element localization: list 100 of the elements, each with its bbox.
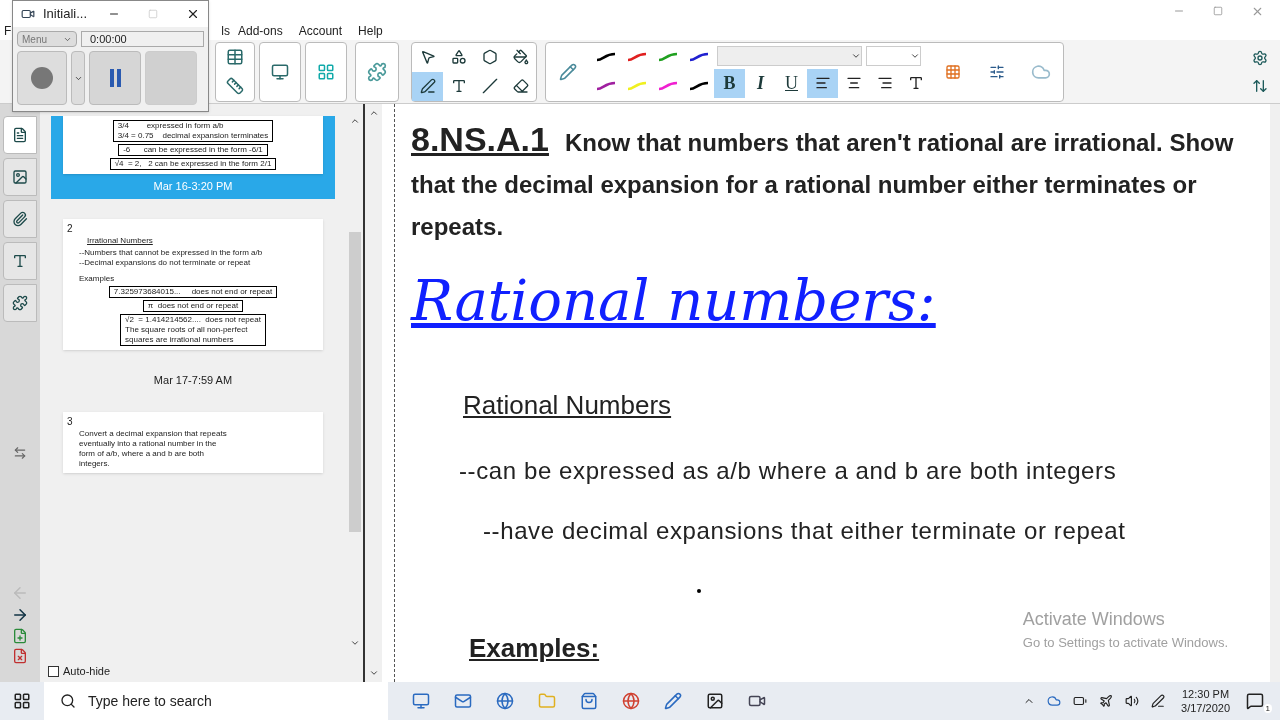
- record-icon: [31, 67, 53, 89]
- toolbar-position-icon[interactable]: [1252, 77, 1268, 94]
- table-button[interactable]: [215, 41, 255, 102]
- notifications-icon[interactable]: [1246, 692, 1264, 710]
- thumbnail-text: --Decimal expansions do not terminate or repeat: [79, 257, 252, 268]
- pen-color-swatch[interactable]: [689, 81, 708, 91]
- airplane-icon[interactable]: [1099, 694, 1114, 708]
- grid-icon: [317, 62, 335, 81]
- clock-time: 12:30 PM: [1182, 687, 1230, 701]
- auto-hide-checkbox[interactable]: [48, 665, 59, 677]
- cloud-icon[interactable]: [1047, 694, 1062, 708]
- side-tab[interactable]: [3, 116, 37, 154]
- scroll-down-icon[interactable]: [349, 638, 360, 648]
- pen-color-swatch[interactable]: [658, 81, 677, 91]
- settings-icon[interactable]: [1252, 49, 1268, 66]
- puzzle-icon: [367, 61, 387, 82]
- handwritten-title: Rational numbers:: [411, 268, 936, 334]
- page-icon: [12, 127, 28, 143]
- thumbnail-text: squares are irrational numbers: [125, 334, 235, 345]
- align-icon: [876, 75, 893, 91]
- menu-item[interactable]: Help: [358, 22, 383, 40]
- puzzle-button[interactable]: [355, 41, 399, 102]
- ruler-icon: [226, 77, 244, 95]
- examples-heading: Examples:: [469, 632, 600, 665]
- menu-item[interactable]: Add-ons: [238, 22, 283, 40]
- pointer-icon: [419, 49, 436, 65]
- notebook-icon[interactable]: [664, 692, 682, 710]
- bullet-text: --can be expressed as a/b where a and b are both integers: [459, 456, 1118, 486]
- mail-icon[interactable]: [454, 692, 472, 710]
- page-number: 2: [67, 222, 74, 234]
- activation-text: Go to Settings to activate Windows.: [1022, 633, 1228, 652]
- pen-color-swatch[interactable]: [627, 52, 646, 62]
- image-icon: [12, 169, 28, 185]
- menu-item[interactable]: ls: [221, 22, 230, 40]
- photos-icon[interactable]: [706, 692, 724, 710]
- tool-button[interactable]: [412, 71, 443, 101]
- side-tab[interactable]: [3, 200, 37, 238]
- screen-capture-button[interactable]: [259, 41, 301, 102]
- pencil-icon: [559, 62, 577, 81]
- scroll-up-icon[interactable]: [368, 108, 379, 118]
- thumbnail-text: 7.325973684015... does not end or repeat: [113, 286, 273, 297]
- bullet-text: --have decimal expansions that either terminate or repeat: [483, 516, 1127, 546]
- format-button[interactable]: I: [745, 68, 776, 98]
- align-button[interactable]: [807, 68, 838, 98]
- next-page-icon[interactable]: [11, 606, 29, 624]
- scroll-down-icon[interactable]: [368, 668, 379, 678]
- volume-icon[interactable]: [1125, 694, 1140, 708]
- pen-color-swatch[interactable]: [689, 52, 708, 62]
- page-thumbnail[interactable]: 3 Convert a decimal expansion that repeats eventually into a rational number in the form of a/b, where a and b are both integers.: [51, 412, 335, 477]
- pause-icon: [109, 69, 121, 87]
- pen-color-swatch[interactable]: [596, 81, 615, 91]
- monitor-icon: [271, 62, 289, 81]
- eraser-icon: [512, 78, 529, 94]
- resize-icon[interactable]: [13, 446, 27, 460]
- thumbnail-text: π does not end or repeat: [147, 300, 239, 311]
- page-caption: Mar 16-3:20 PM: [153, 179, 233, 194]
- delete-page-icon[interactable]: [12, 648, 28, 664]
- recorder-menu-dropdown[interactable]: Menu: [17, 31, 77, 47]
- pen-icon[interactable]: [1151, 694, 1166, 708]
- thumbnail-text: -6 can be expressed in the form -6/1: [123, 145, 263, 155]
- thumbnail-text: √4 = 2, 2 can be expressed in the form 2/1: [114, 159, 272, 169]
- section-heading: Rational Numbers: [463, 389, 672, 422]
- taskbar-search-field[interactable]: Type here to search: [44, 682, 388, 720]
- pen-color-swatch[interactable]: [658, 52, 677, 62]
- thumbnail-text: Convert a decimal expansion that repeats: [79, 429, 228, 439]
- store-icon[interactable]: [580, 692, 598, 710]
- format-button[interactable]: B: [714, 68, 745, 98]
- paint-bucket-icon: [512, 49, 529, 65]
- page-number: 3: [67, 416, 74, 427]
- pause-button[interactable]: [89, 51, 141, 105]
- addon-button[interactable]: [305, 41, 347, 102]
- shapes-icon: [450, 49, 467, 65]
- thumbnail-text: 3/4 = 0.75 decimal expansion terminates: [117, 131, 269, 141]
- search-icon: [60, 693, 76, 709]
- page-thumbnail[interactable]: 3/4 expressed in form a/b 3/4 = 0.75 decimal expansion terminates -6 can be expressed in the form -6/1 √4 = 2, 2 can be expressed in the form 2/1 Mar 16-3:20 PM: [51, 116, 335, 199]
- add-page-icon[interactable]: [12, 628, 28, 644]
- side-tab[interactable]: [3, 284, 37, 322]
- palette-icon: [945, 63, 961, 80]
- menu-item[interactable]: F: [4, 22, 12, 40]
- text-icon: [907, 75, 924, 91]
- standard-text: 8.NS.A.1 Know that numbers that aren't rational are irrational. Show that the decimal expansion for a rational number either terminates or repeats.: [411, 119, 1235, 242]
- close-icon[interactable]: [186, 7, 200, 21]
- browser-icon[interactable]: [496, 692, 514, 710]
- battery-icon[interactable]: [1073, 694, 1088, 708]
- scrollbar[interactable]: [1270, 104, 1280, 682]
- line-style-icon: [989, 63, 1005, 80]
- side-tab[interactable]: [3, 158, 37, 196]
- format-button[interactable]: U: [776, 68, 807, 98]
- page-caption: Mar 17-7:59 AM: [153, 372, 233, 388]
- clock-date: 3/17/2020: [1181, 701, 1230, 715]
- chrome-icon[interactable]: [622, 692, 640, 710]
- scroll-up-icon[interactable]: [349, 116, 360, 126]
- windows-logo-icon: [13, 692, 31, 710]
- pen-icon: [419, 78, 436, 94]
- pen-color-swatch[interactable]: [596, 52, 615, 62]
- task-view-icon[interactable]: [412, 692, 430, 710]
- canvas-scrollbar[interactable]: [365, 104, 382, 682]
- menu-item[interactable]: Account: [298, 22, 343, 40]
- thumbnail-text: form of a/b, where a and b are both: [79, 449, 205, 459]
- record-button[interactable]: [17, 51, 67, 105]
